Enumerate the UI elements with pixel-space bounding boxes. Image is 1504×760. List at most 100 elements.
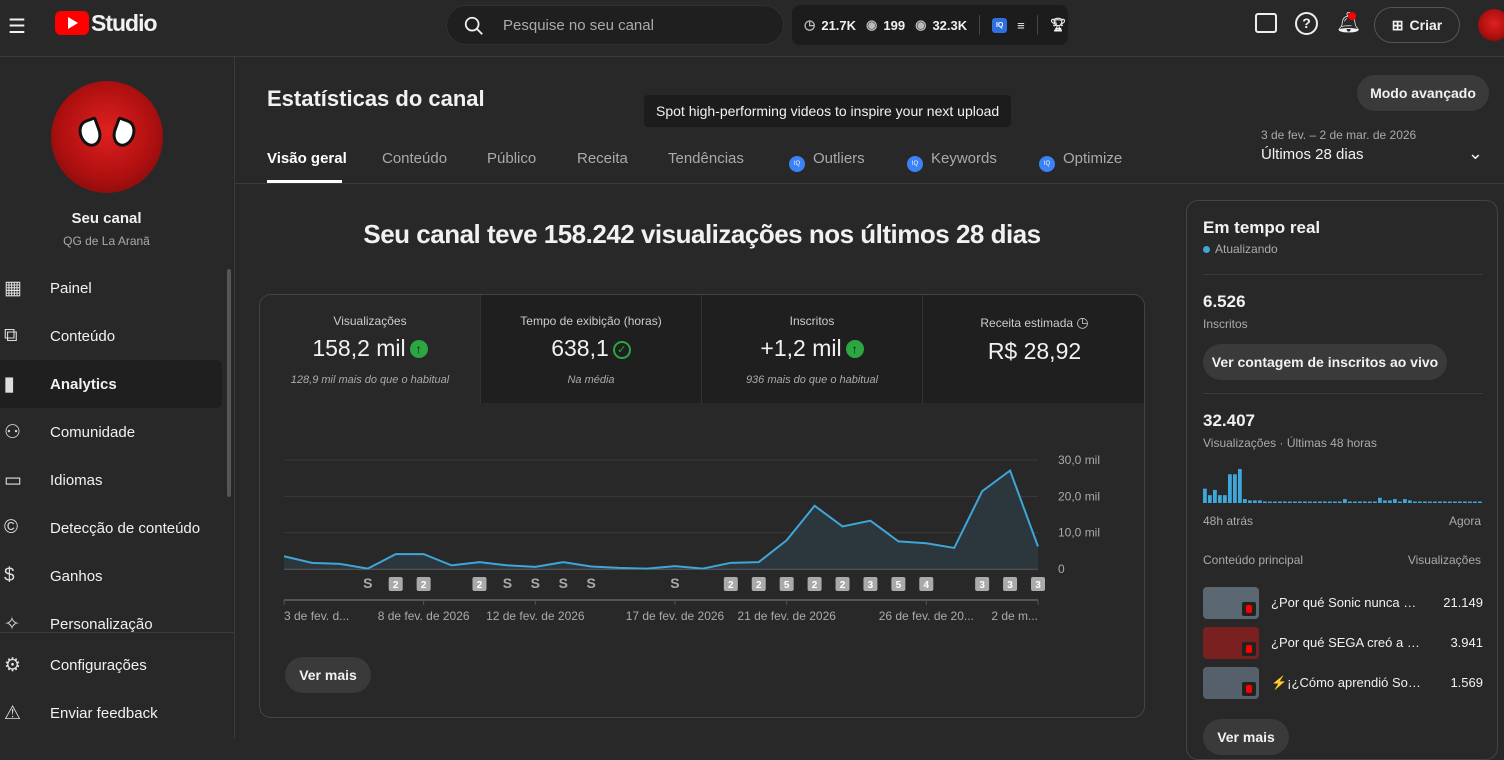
realtime-bar[interactable] [1238,469,1242,503]
tab-publico[interactable]: Público [487,150,536,167]
stat-revenue[interactable]: Receita estimada ◷ R$ 28,92 [923,295,1144,403]
realtime-bar[interactable] [1293,501,1297,504]
realtime-bar[interactable] [1328,501,1332,504]
tab-tendencias[interactable]: Tendências [668,150,744,167]
iq-badge[interactable]: IQ [992,17,1008,33]
feedback-message-icon[interactable] [1255,13,1277,33]
realtime-bar[interactable] [1468,501,1472,504]
sidebar-item-deteccao[interactable]: © Detecção de conteúdo [0,504,222,552]
realtime-bar[interactable] [1448,501,1452,504]
studio-logo[interactable]: Studio [91,10,158,37]
realtime-bar[interactable] [1208,495,1212,503]
menu-icon[interactable]: ☰ [8,14,26,39]
realtime-bar[interactable] [1323,501,1327,504]
top-content-row[interactable]: ⚡¡¿Cómo aprendió Soni... 1.569 [1187,667,1499,699]
tab-outliers[interactable]: IQ Outliers [789,150,865,172]
search-input[interactable]: Pesquise no seu canal [446,5,784,45]
live-subs-button[interactable]: Ver contagem de inscritos ao vivo [1203,344,1447,380]
realtime-bar[interactable] [1278,501,1282,504]
realtime-bar[interactable] [1383,500,1387,503]
stat-watch-time[interactable]: Tempo de exibição (horas) 638,1 ✓ Na média [481,295,702,403]
realtime-bar-chart[interactable] [1203,463,1483,505]
create-button[interactable]: ⊞ Criar [1374,7,1460,43]
realtime-bar[interactable] [1478,501,1482,504]
sidebar-item-painel[interactable]: ▦ Painel [0,264,222,312]
realtime-bar[interactable] [1463,501,1467,504]
realtime-bar[interactable] [1288,501,1292,504]
realtime-bar[interactable] [1218,495,1222,503]
realtime-bar[interactable] [1378,497,1382,503]
trophy-icon[interactable]: 🏆︎ [1050,17,1067,33]
realtime-bar[interactable] [1403,499,1407,503]
realtime-bar[interactable] [1273,501,1277,504]
top-content-row[interactable]: ¿Por qué SEGA creó a So... 3.941 [1187,627,1499,659]
realtime-bar[interactable] [1433,501,1437,504]
realtime-bar[interactable] [1338,501,1342,504]
realtime-bar[interactable] [1398,501,1402,504]
realtime-bar[interactable] [1453,501,1457,504]
sidebar-item-idiomas[interactable]: ▭ Idiomas [0,456,222,504]
realtime-bar[interactable] [1213,489,1217,503]
realtime-bar[interactable] [1458,501,1462,504]
realtime-bar[interactable] [1358,501,1362,504]
tab-keywords[interactable]: IQ Keywords [907,150,997,172]
sidebar-item-comunidade[interactable]: ⚇ Comunidade [0,408,222,456]
channel-avatar[interactable] [51,81,163,193]
account-avatar[interactable] [1478,9,1504,41]
realtime-bar[interactable] [1268,501,1272,504]
realtime-bar[interactable] [1413,501,1417,504]
realtime-bar[interactable] [1368,501,1372,504]
tab-visao-geral[interactable]: Visão geral [267,150,347,167]
realtime-bar[interactable] [1363,501,1367,504]
realtime-bar[interactable] [1313,501,1317,504]
realtime-bar[interactable] [1308,501,1312,504]
realtime-bar[interactable] [1408,500,1412,503]
sidebar-item-analytics[interactable]: ▮ Analytics [0,360,222,408]
sidebar-scrollbar[interactable] [227,269,231,497]
realtime-bar[interactable] [1283,501,1287,504]
realtime-bar[interactable] [1248,500,1252,503]
realtime-bar[interactable] [1333,501,1337,504]
stat-subscribers[interactable]: Inscritos +1,2 mil ↑ 936 mais do que o habi… [702,295,923,403]
realtime-bar[interactable] [1233,474,1237,503]
realtime-bar[interactable] [1343,499,1347,503]
views-chart[interactable]: 0 10,0 mil 20,0 mil 30,0 mil S 2 2 2 S S S S S 2 2 5 2 2 3… [260,441,1145,631]
realtime-bar[interactable] [1348,501,1352,504]
realtime-bar[interactable] [1303,501,1307,504]
realtime-bar[interactable] [1418,501,1422,504]
realtime-bar[interactable] [1393,499,1397,503]
realtime-bar[interactable] [1298,501,1302,504]
advanced-mode-button[interactable]: Modo avançado [1357,75,1489,111]
youtube-logo-icon[interactable] [55,11,89,35]
tab-receita[interactable]: Receita [577,150,628,167]
sidebar-item-ganhos[interactable]: $ Ganhos [0,552,222,600]
realtime-bar[interactable] [1203,488,1207,503]
realtime-bar[interactable] [1243,499,1247,503]
notifications-icon[interactable]: 🔔︎ [1336,10,1361,35]
list-icon[interactable]: ≡ [1017,18,1025,33]
realtime-bar[interactable] [1423,501,1427,504]
sidebar-item-conteudo[interactable]: ⧉ Conteúdo [0,312,222,360]
extension-stats-bar[interactable]: ◷ 21.7K ◉ 199 ◉ 32.3K IQ ≡ 🏆︎ [792,5,1068,45]
see-more-button[interactable]: Ver mais [285,657,371,693]
tab-conteudo[interactable]: Conteúdo [382,150,447,167]
realtime-bar[interactable] [1438,501,1442,504]
realtime-bar[interactable] [1428,501,1432,504]
realtime-bar[interactable] [1388,500,1392,503]
realtime-bar[interactable] [1223,495,1227,503]
realtime-bar[interactable] [1258,500,1262,503]
sidebar-item-configuracoes[interactable]: ⚙ Configurações [0,641,222,689]
top-content-row[interactable]: ¿Por qué Sonic nunca e... 21.149 [1187,587,1499,619]
realtime-see-more-button[interactable]: Ver mais [1203,719,1289,755]
sidebar-item-feedback[interactable]: ⚠ Enviar feedback [0,689,222,737]
help-icon[interactable]: ? [1295,12,1318,35]
realtime-bar[interactable] [1318,501,1322,504]
period-select[interactable]: Últimos 28 dias ⌄ [1261,143,1483,163]
realtime-bar[interactable] [1473,501,1477,504]
realtime-bar[interactable] [1373,501,1377,504]
tab-optimize[interactable]: IQ Optimize [1039,150,1122,172]
realtime-bar[interactable] [1443,501,1447,504]
realtime-bar[interactable] [1263,501,1267,504]
stat-views[interactable]: Visualizações 158,2 mil ↑ 128,9 mil mais do… [260,295,481,403]
realtime-bar[interactable] [1253,500,1257,503]
